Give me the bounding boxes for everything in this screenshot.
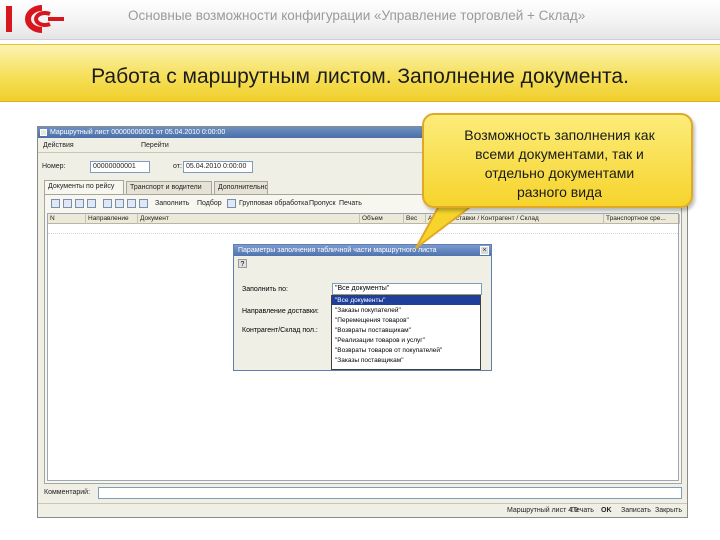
- col-address[interactable]: Адрес доставки / Контрагент / Склад: [426, 214, 604, 224]
- sort-desc-icon[interactable]: [139, 199, 148, 208]
- comment-label: Комментарий:: [44, 489, 91, 496]
- tab-additional[interactable]: Дополнительно: [214, 181, 268, 194]
- fill-by-select[interactable]: "Все документы": [332, 283, 482, 295]
- number-field[interactable]: 00000000001: [90, 161, 150, 173]
- save-button[interactable]: Записать: [618, 506, 654, 517]
- fill-by-label: Заполнить по:: [242, 286, 288, 293]
- group-processing-icon[interactable]: [227, 199, 236, 208]
- close-button[interactable]: Закрыть: [652, 506, 685, 517]
- menu-navigate[interactable]: Перейти: [138, 141, 172, 151]
- group-processing-button[interactable]: Групповая обработка: [239, 199, 308, 209]
- col-direction[interactable]: Направление: [86, 214, 138, 224]
- move-up-icon[interactable]: [103, 199, 112, 208]
- fill-by-options-list[interactable]: "Все документы" "Заказы покупателей" "Пе…: [331, 295, 481, 370]
- callout-line: отдельно документами: [484, 165, 635, 181]
- option-supplier-orders[interactable]: "Заказы поставщикам": [332, 356, 480, 365]
- selection-button[interactable]: Подбор: [197, 199, 222, 209]
- callout-line: всеми документами, так и: [475, 146, 644, 162]
- option-customer-returns[interactable]: "Возвраты товаров от покупателей": [332, 346, 480, 355]
- print-button[interactable]: Печать: [339, 199, 362, 209]
- counterparty-label: Контрагент/Склад пол.:: [242, 327, 318, 334]
- delete-row-icon[interactable]: [87, 199, 96, 208]
- comment-row: Комментарий:: [38, 487, 687, 501]
- slide-title: Работа с маршрутным листом. Заполнение д…: [91, 65, 629, 88]
- fill-button[interactable]: Заполнить: [155, 199, 189, 209]
- callout-text: Возможность заполнения как всеми докумен…: [432, 126, 687, 202]
- add-row-icon[interactable]: [51, 199, 60, 208]
- window-bottom-bar: Маршрутный лист 4.0 Печать OK Записать З…: [38, 503, 687, 517]
- option-customer-orders[interactable]: "Заказы покупателей": [332, 306, 480, 315]
- dialog-titlebar: Параметры заполнения табличной части мар…: [234, 245, 491, 256]
- edit-row-icon[interactable]: [75, 199, 84, 208]
- date-field[interactable]: 05.04.2010 0:00:00: [183, 161, 253, 173]
- comment-field[interactable]: [98, 487, 682, 499]
- 1c-logo-icon: [6, 5, 64, 33]
- copy-row-icon[interactable]: [63, 199, 72, 208]
- col-document[interactable]: Документ: [138, 214, 360, 224]
- callout-box: Возможность заполнения как всеми докумен…: [422, 113, 693, 208]
- slide-title-band: Работа с маршрутным листом. Заполнение д…: [0, 44, 720, 102]
- print-bottom-button[interactable]: Печать: [568, 506, 597, 517]
- number-label: Номер:: [42, 163, 66, 170]
- col-number[interactable]: N: [48, 214, 86, 224]
- tab-route-documents[interactable]: Документы по рейсу: [44, 180, 124, 194]
- table-header: N Направление Документ Объем Вес Адрес д…: [48, 214, 680, 224]
- ok-button[interactable]: OK: [598, 506, 615, 517]
- pass-button[interactable]: Пропуск: [309, 199, 336, 209]
- window-system-icon[interactable]: [40, 129, 47, 136]
- option-returns-to-suppliers[interactable]: "Возвраты поставщикам": [332, 326, 480, 335]
- option-all-documents[interactable]: "Все документы": [332, 296, 480, 305]
- slide-header: Основные возможности конфигурации «Управ…: [0, 0, 720, 40]
- dialog-close-icon[interactable]: ×: [480, 246, 489, 255]
- window-title: Маршрутный лист 00000000001 от 05.04.201…: [50, 129, 226, 136]
- date-label: от:: [173, 163, 182, 170]
- dialog-title: Параметры заполнения табличной части мар…: [238, 247, 437, 254]
- help-icon[interactable]: ?: [238, 259, 247, 268]
- option-sales[interactable]: "Реализации товаров и услуг": [332, 336, 480, 345]
- callout-line: разного вида: [516, 184, 603, 200]
- menu-actions[interactable]: Действия: [40, 141, 77, 151]
- option-goods-transfers[interactable]: "Перемещения товаров": [332, 316, 480, 325]
- callout-line: Возможность заполнения как: [464, 127, 655, 143]
- tab-transport-drivers[interactable]: Транспорт и водители: [126, 181, 212, 194]
- table-row[interactable]: [48, 225, 678, 234]
- move-down-icon[interactable]: [115, 199, 124, 208]
- col-weight[interactable]: Вес: [404, 214, 426, 224]
- col-vehicle[interactable]: Транспортное сре...: [604, 214, 680, 224]
- sort-asc-icon[interactable]: [127, 199, 136, 208]
- direction-label: Направление доставки:: [242, 308, 319, 315]
- presentation-title: Основные возможности конфигурации «Управ…: [128, 8, 586, 23]
- col-volume[interactable]: Объем: [360, 214, 404, 224]
